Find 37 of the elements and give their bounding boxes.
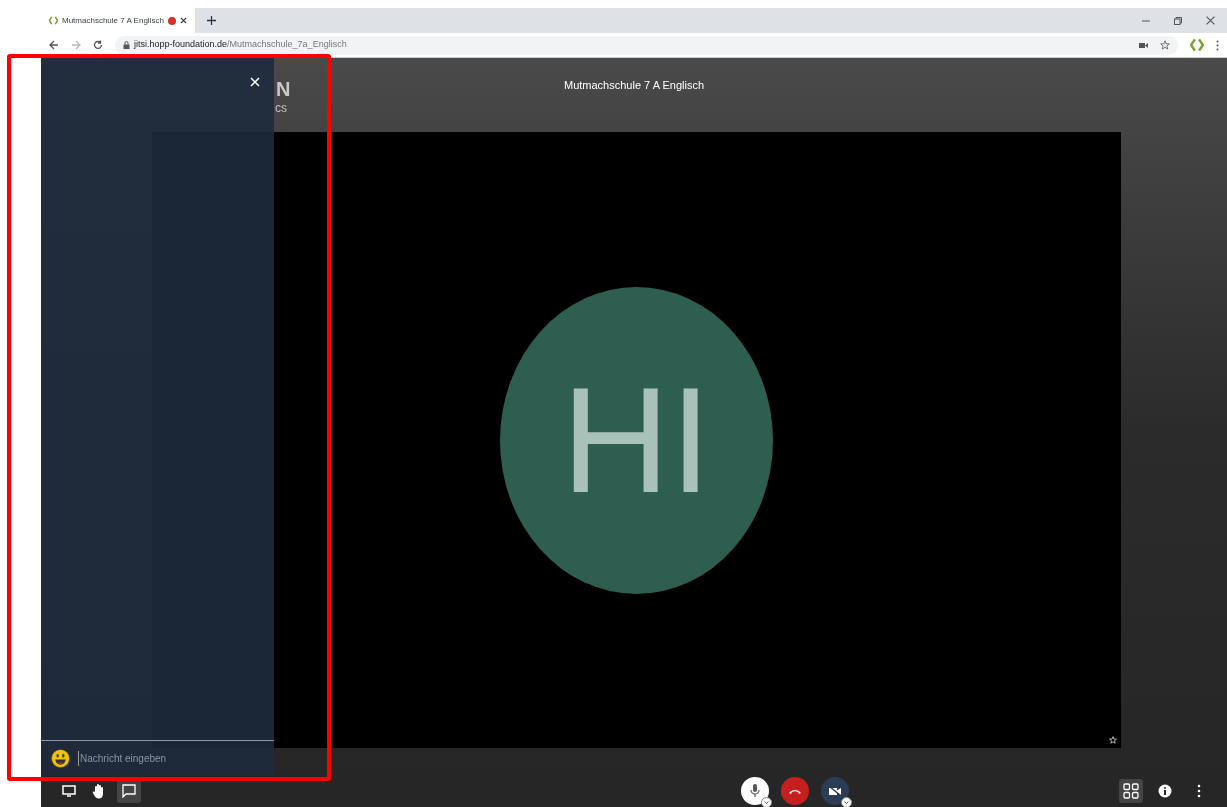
camera-icon[interactable] bbox=[1139, 41, 1148, 49]
browser-tab[interactable]: Mutmachschule 7 A Englisch bbox=[41, 8, 195, 33]
reload-icon[interactable] bbox=[93, 40, 103, 50]
camera-off-icon bbox=[828, 785, 842, 797]
tile-view-icon bbox=[1123, 783, 1139, 799]
info-icon bbox=[1158, 784, 1172, 798]
close-icon[interactable] bbox=[180, 17, 187, 24]
more-icon bbox=[1197, 784, 1201, 798]
star-icon[interactable] bbox=[1160, 40, 1170, 50]
chat-button[interactable] bbox=[117, 779, 141, 803]
extension-icon[interactable] bbox=[1190, 38, 1204, 52]
url-text: jitsi.hopp-foundation.de/Mutmachschule_7a_Englisch bbox=[134, 38, 347, 52]
conference-title: Mutmachschule 7 A Englisch bbox=[564, 78, 704, 93]
chat-icon bbox=[122, 784, 136, 798]
avatar-initials: HI bbox=[561, 365, 712, 515]
phone-icon bbox=[788, 787, 802, 795]
star-icon bbox=[1109, 736, 1117, 744]
logo-text: N bbox=[276, 79, 291, 99]
camera-button[interactable] bbox=[821, 777, 849, 805]
tile-view-button[interactable] bbox=[1119, 779, 1143, 803]
message-input[interactable]: Nachricht eingeben bbox=[78, 750, 264, 766]
address-bar[interactable]: jitsi.hopp-foundation.de/Mutmachschule_7a_Englisch bbox=[115, 35, 1178, 55]
emoji-icon[interactable] bbox=[51, 748, 70, 768]
microphone-button[interactable] bbox=[741, 777, 769, 805]
menu-icon[interactable] bbox=[1216, 39, 1219, 51]
tab-title: Mutmachschule 7 A Englisch bbox=[62, 14, 164, 27]
hand-icon bbox=[92, 783, 106, 799]
chevron-icon[interactable] bbox=[841, 797, 852, 807]
restore-icon[interactable] bbox=[1174, 16, 1182, 25]
microphone-icon bbox=[750, 784, 760, 798]
lock-icon bbox=[123, 41, 130, 49]
chevron-icon[interactable] bbox=[761, 797, 772, 807]
hang-up-button[interactable] bbox=[781, 777, 809, 805]
screen-icon bbox=[62, 785, 76, 797]
new-tab-icon[interactable] bbox=[207, 16, 216, 25]
logo-tagline: cs bbox=[275, 102, 288, 114]
back-icon[interactable] bbox=[49, 40, 59, 50]
